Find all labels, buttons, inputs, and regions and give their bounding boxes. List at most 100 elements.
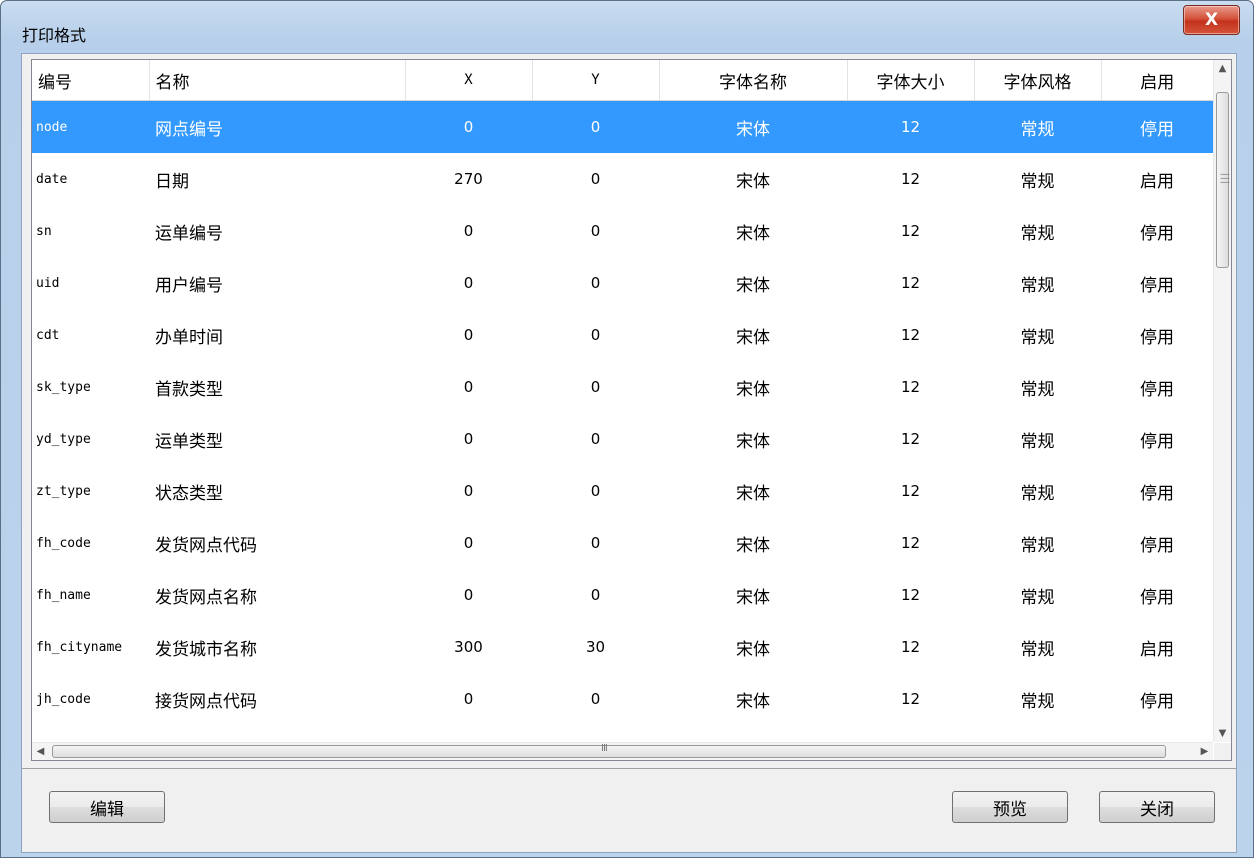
table-row[interactable]: date 日期 270 0 宋体 12 常规 启用 [32,153,1213,205]
cell-enabled[interactable]: 停用 [1101,569,1213,621]
cell-enabled[interactable]: 停用 [1101,205,1213,257]
cell-name[interactable]: 运单编号 [149,205,405,257]
cell-enabled[interactable]: 启用 [1101,153,1213,205]
cell-font-size[interactable]: 12 [847,465,974,517]
cell-enabled[interactable]: 启用 [1101,621,1213,673]
cell-font-style[interactable]: 常规 [974,257,1101,309]
cell-font-style[interactable]: 常规 [974,673,1101,725]
cell-name[interactable]: 用户编号 [149,257,405,309]
cell-name[interactable]: 发货网点名称 [149,569,405,621]
cell-font-name[interactable]: 宋体 [659,153,847,205]
table-row[interactable]: sn 运单编号 0 0 宋体 12 常规 停用 [32,205,1213,257]
cell-name[interactable]: 日期 [149,153,405,205]
cell-enabled[interactable]: 停用 [1101,361,1213,413]
cell-code[interactable]: fh_name [32,569,149,621]
table-row[interactable]: cdt 办单时间 0 0 宋体 12 常规 停用 [32,309,1213,361]
cell-font-name[interactable]: 宋体 [659,413,847,465]
cell-y[interactable]: 0 [532,100,659,153]
table-row[interactable]: fh_cityname 发货城市名称 300 30 宋体 12 常规 启用 [32,621,1213,673]
scroll-down-arrow-icon[interactable]: ▼ [1214,725,1231,742]
close-window-button[interactable]: X [1183,5,1240,35]
cell-x[interactable]: 300 [405,621,532,673]
column-header-y[interactable]: Y [532,60,660,101]
cell-name[interactable]: 首款类型 [149,361,405,413]
close-button[interactable]: 关闭 [1099,791,1215,823]
cell-font-size[interactable]: 12 [847,153,974,205]
cell-y[interactable]: 0 [532,309,659,361]
table-row[interactable]: uid 用户编号 0 0 宋体 12 常规 停用 [32,257,1213,309]
column-header-font-name[interactable]: 字体名称 [659,60,848,101]
cell-font-name[interactable]: 宋体 [659,465,847,517]
cell-x[interactable]: 270 [405,153,532,205]
cell-x[interactable]: 0 [405,205,532,257]
cell-code[interactable]: jh_code [32,673,149,725]
cell-font-name[interactable]: 宋体 [659,257,847,309]
cell-y[interactable]: 0 [532,517,659,569]
column-header-font-style[interactable]: 字体风格 [974,60,1102,101]
column-header-font-size[interactable]: 字体大小 [847,60,975,101]
cell-font-name[interactable]: 宋体 [659,309,847,361]
cell-font-style[interactable]: 常规 [974,153,1101,205]
cell-name[interactable]: 运单类型 [149,413,405,465]
cell-font-style[interactable]: 常规 [974,361,1101,413]
cell-x[interactable]: 0 [405,413,532,465]
table-row[interactable]: fh_name 发货网点名称 0 0 宋体 12 常规 停用 [32,569,1213,621]
cell-font-size[interactable]: 12 [847,205,974,257]
cell-x[interactable]: 0 [405,257,532,309]
table-row[interactable]: zt_type 状态类型 0 0 宋体 12 常规 停用 [32,465,1213,517]
column-header-enabled[interactable]: 启用 [1101,60,1213,101]
cell-code[interactable]: zt_type [32,465,149,517]
cell-font-name[interactable]: 宋体 [659,673,847,725]
cell-font-size[interactable]: 12 [847,621,974,673]
horizontal-scroll-thumb[interactable]: III [52,743,1166,758]
cell-enabled[interactable]: 停用 [1101,309,1213,361]
column-header-code[interactable]: 编号 [32,60,150,101]
cell-name[interactable]: 网点编号 [149,100,405,153]
cell-y[interactable]: 0 [532,361,659,413]
cell-font-style[interactable]: 常规 [974,413,1101,465]
cell-font-name[interactable]: 宋体 [659,569,847,621]
cell-font-style[interactable]: 常规 [974,309,1101,361]
cell-font-size[interactable]: 12 [847,100,974,153]
cell-code[interactable]: node [32,100,149,153]
cell-x[interactable]: 0 [405,569,532,621]
table-row[interactable]: node 网点编号 0 0 宋体 12 常规 停用 [32,100,1213,153]
vertical-scrollbar[interactable]: ▲ — — — ▼ [1213,60,1231,742]
cell-code[interactable]: fh_cityname [32,621,149,673]
cell-y[interactable]: 0 [532,205,659,257]
cell-font-style[interactable]: 常规 [974,100,1101,153]
cell-x[interactable]: 0 [405,100,532,153]
cell-font-size[interactable]: 12 [847,257,974,309]
cell-name[interactable]: 发货网点代码 [149,517,405,569]
column-header-x[interactable]: X [405,60,533,101]
cell-y[interactable]: 0 [532,569,659,621]
cell-enabled[interactable]: 停用 [1101,465,1213,517]
cell-enabled[interactable]: 停用 [1101,673,1213,725]
cell-enabled[interactable]: 停用 [1101,257,1213,309]
cell-code[interactable]: sn [32,205,149,257]
table-row[interactable]: yd_type 运单类型 0 0 宋体 12 常规 停用 [32,413,1213,465]
cell-code[interactable]: yd_type [32,413,149,465]
cell-font-size[interactable]: 12 [847,673,974,725]
scroll-right-arrow-icon[interactable]: ▶ [1196,743,1213,760]
cell-font-name[interactable]: 宋体 [659,517,847,569]
cell-y[interactable]: 30 [532,621,659,673]
cell-y[interactable]: 0 [532,673,659,725]
cell-name[interactable]: 办单时间 [149,309,405,361]
cell-code[interactable]: fh_code [32,517,149,569]
column-header-name[interactable]: 名称 [149,60,406,101]
cell-code[interactable]: date [32,153,149,205]
table-row[interactable]: jh_code 接货网点代码 0 0 宋体 12 常规 停用 [32,673,1213,725]
cell-enabled[interactable]: 停用 [1101,100,1213,153]
cell-enabled[interactable]: 停用 [1101,517,1213,569]
cell-font-style[interactable]: 常规 [974,621,1101,673]
preview-button[interactable]: 预览 [952,791,1068,823]
cell-font-name[interactable]: 宋体 [659,100,847,153]
cell-code[interactable]: sk_type [32,361,149,413]
cell-font-size[interactable]: 12 [847,517,974,569]
title-bar[interactable]: 打印格式 X [1,1,1253,53]
table-row[interactable]: sk_type 首款类型 0 0 宋体 12 常规 停用 [32,361,1213,413]
cell-x[interactable]: 0 [405,361,532,413]
cell-x[interactable]: 0 [405,517,532,569]
cell-font-size[interactable]: 12 [847,413,974,465]
